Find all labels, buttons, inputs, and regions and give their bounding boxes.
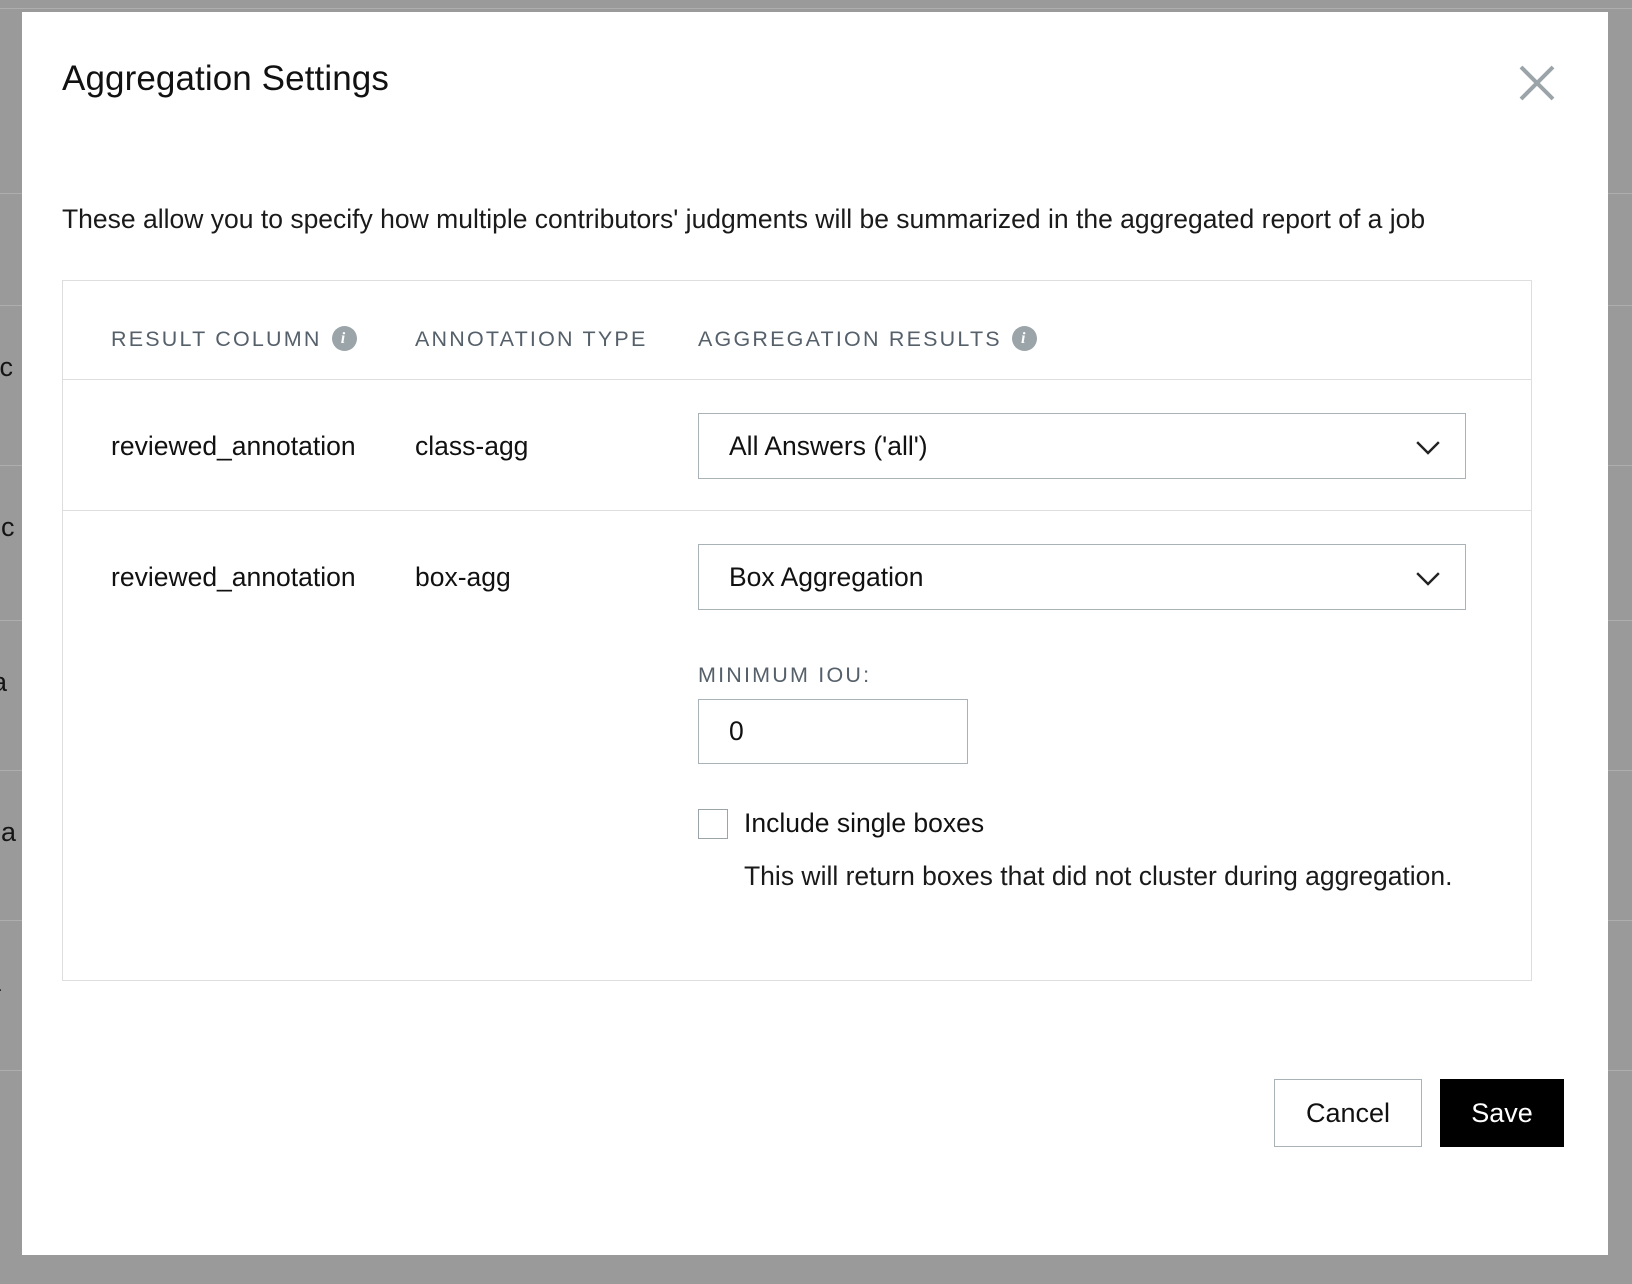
modal-title: Aggregation Settings <box>62 59 389 98</box>
include-single-boxes-checkbox[interactable] <box>698 808 728 839</box>
background-row-text: ec <box>0 512 15 542</box>
chevron-down-icon <box>1415 435 1441 461</box>
cancel-button[interactable]: Cancel <box>1274 1079 1422 1147</box>
modal-footer: Cancel Save <box>1274 1079 1564 1147</box>
info-icon[interactable]: i <box>1011 326 1037 351</box>
table-row: reviewed_annotation box-agg Box Aggregat… <box>63 511 1531 980</box>
include-single-boxes-row[interactable]: Include single boxes <box>698 808 984 839</box>
aggregation-settings-table: RESULT COLUMN i ANNOTATION TYPE AGGREGAT… <box>62 280 1532 981</box>
column-header-label: ANNOTATION TYPE <box>415 327 648 351</box>
select-value: All Answers ('all') <box>729 431 928 461</box>
cell-annotation-type: box-agg <box>415 562 511 592</box>
column-header-label: AGGREGATION RESULTS <box>698 327 1002 351</box>
info-icon[interactable]: i <box>331 326 357 351</box>
column-header-result-column: RESULT COLUMN i <box>111 326 357 352</box>
aggregation-results-select-box-agg[interactable]: Box Aggregation <box>698 544 1466 610</box>
aggregation-results-select-class-agg[interactable]: All Answers ('all') <box>698 413 1466 479</box>
include-single-boxes-label[interactable]: Include single boxes <box>744 808 984 839</box>
save-button[interactable]: Save <box>1440 1079 1564 1147</box>
background-row-text: la <box>0 669 7 696</box>
select-value: Box Aggregation <box>729 562 924 592</box>
minimum-iou-input[interactable] <box>698 699 968 764</box>
chevron-down-icon <box>1415 566 1441 592</box>
column-header-annotation-type: ANNOTATION TYPE <box>415 327 648 352</box>
background-row-text: cc <box>0 352 13 382</box>
column-header-label: RESULT COLUMN <box>111 327 322 351</box>
aggregation-settings-modal: Aggregation Settings These allow you to … <box>22 12 1608 1255</box>
column-header-aggregation-results: AGGREGATION RESULTS i <box>698 326 1037 352</box>
background-row-text: na <box>0 817 17 847</box>
cell-annotation-type: class-agg <box>415 431 529 461</box>
include-single-boxes-help-text: This will return boxes that did not clus… <box>744 861 1453 891</box>
modal-description: These allow you to specify how multiple … <box>62 204 1426 234</box>
table-row: reviewed_annotation class-agg All Answer… <box>63 380 1531 511</box>
background-row-text: a <box>0 969 1 996</box>
close-icon[interactable] <box>1514 60 1560 106</box>
cell-result-column: reviewed_annotation <box>111 431 356 461</box>
minimum-iou-label: MINIMUM IOU: <box>698 663 872 687</box>
table-header-row: RESULT COLUMN i ANNOTATION TYPE AGGREGAT… <box>63 281 1531 380</box>
cell-result-column: reviewed_annotation <box>111 562 356 592</box>
